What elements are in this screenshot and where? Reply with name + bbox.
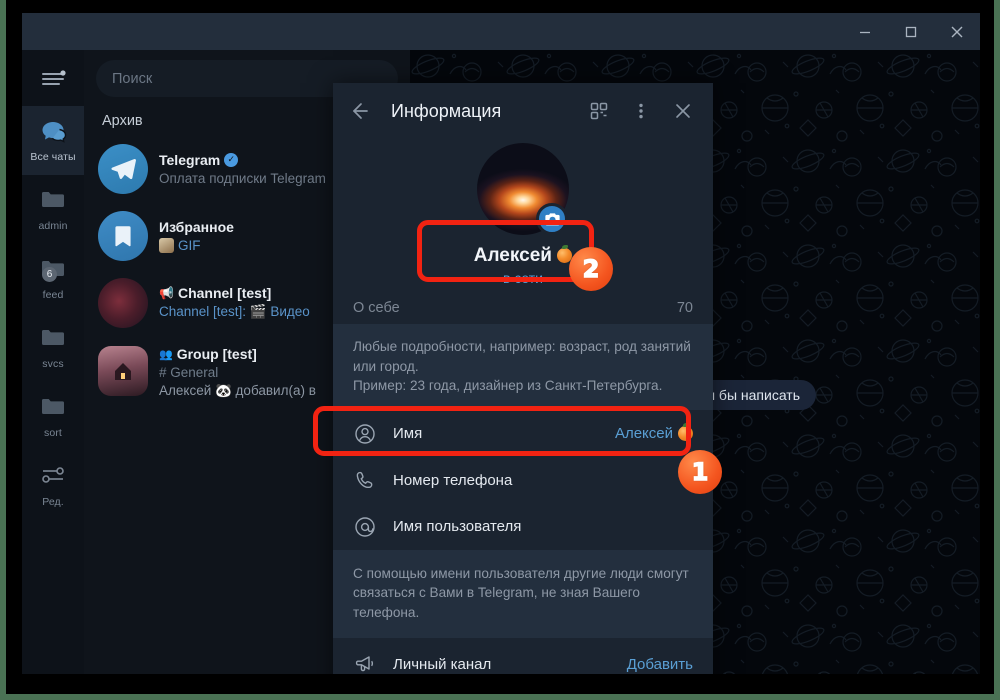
folder-icon [38, 326, 68, 354]
chat-name-text: Channel [test] [177, 285, 272, 301]
person-circle-icon [353, 422, 377, 446]
window-controls [842, 13, 980, 50]
verified-badge-icon: ✓ [224, 152, 239, 167]
name-field-row[interactable]: Имя Алексей [333, 410, 713, 458]
profile-status: в сети [503, 270, 543, 286]
dialog-header: Информация [333, 83, 713, 139]
dialog-title: Информация [391, 100, 502, 121]
group-people-icon: 👥 [159, 348, 173, 361]
sidebar-item-sort[interactable]: sort [22, 382, 84, 451]
tangerine-emoji [678, 423, 693, 441]
sidebar-item-label: sort [44, 426, 62, 439]
phone-icon [353, 469, 377, 493]
folder-rail: Все чаты admin 6 feed svcs sort Ред. [22, 50, 84, 674]
search-placeholder: Поиск [112, 70, 153, 87]
chat-name-text: Telegram [159, 151, 221, 168]
sidebar-item-admin[interactable]: admin [22, 175, 84, 244]
name-field-value: Алексей [614, 423, 693, 442]
telegram-plane-avatar [98, 143, 148, 194]
dog-thumbnail-icon [159, 237, 174, 253]
personal-channel-action[interactable]: Добавить [627, 656, 693, 673]
profile-info-dialog: Информация Алексей в сети О себе 70 Любы… [333, 83, 713, 674]
window-title-bar [22, 13, 980, 50]
at-sign-icon [353, 515, 377, 539]
annotation-badge-2: 2 [569, 247, 613, 291]
name-field-value-text: Алексей [614, 425, 673, 442]
personal-channel-row[interactable]: Личный канал Добавить [333, 638, 713, 674]
photo-avatar-red [98, 277, 148, 328]
chat-name-text: Group [test] [176, 346, 257, 362]
outer-frame: Все чаты admin 6 feed svcs sort Ред. Пои… [0, 0, 1000, 700]
bookmark-avatar [98, 210, 148, 261]
folder-icon [38, 188, 68, 216]
arrow-left-icon[interactable] [343, 95, 375, 127]
about-section-header: О себе 70 [333, 286, 713, 324]
annotation-badge-1: 1 [678, 450, 722, 494]
close-icon[interactable] [667, 95, 699, 127]
unread-badge: 6 [42, 266, 57, 282]
sidebar-item-edit[interactable]: Ред. [22, 451, 84, 520]
chats-bubble-icon [38, 119, 68, 147]
folder-icon [38, 395, 68, 423]
personal-channel-label: Личный канал [393, 655, 492, 673]
maximize-button[interactable] [888, 13, 934, 50]
sidebar-item-all-chats[interactable]: Все чаты [22, 106, 84, 175]
about-char-counter: 70 [676, 300, 693, 316]
profile-avatar-area [333, 143, 713, 237]
profile-name: Алексей [333, 245, 713, 267]
personal-channel-block: Личный канал Добавить [333, 638, 713, 674]
chat-preview-text: GIF [178, 237, 201, 253]
sidebar-item-label: svcs [42, 357, 64, 370]
profile-fields-list: Имя Алексей Номер телефона Имя пользоват… [333, 409, 713, 550]
minimize-button[interactable] [842, 13, 888, 50]
profile-name-text: Алексей [473, 245, 552, 266]
megaphone-icon [353, 652, 377, 674]
phone-field-label: Номер телефона [393, 472, 513, 489]
sidebar-item-label: Все чаты [30, 150, 76, 163]
about-hint-line: или город. [353, 358, 419, 374]
camera-icon[interactable] [536, 203, 568, 235]
sidebar-item-label: Ред. [42, 495, 64, 508]
profile-name-block: Алексей в сети [333, 245, 713, 286]
sidebar-item-label: feed [42, 288, 64, 301]
hamburger-menu-icon[interactable] [22, 50, 84, 106]
name-field-label: Имя [393, 425, 423, 442]
about-hint-line: Любые подробности, например: возраст, ро… [353, 339, 691, 354]
photo-avatar-house [98, 346, 148, 396]
username-field-label: Имя пользователя [393, 518, 522, 535]
megaphone-icon: 📢 [159, 286, 174, 300]
phone-field-row[interactable]: Номер телефона [333, 458, 713, 504]
sliders-edit-icon [38, 464, 68, 492]
about-label: О себе [353, 300, 400, 316]
qr-code-icon[interactable] [583, 95, 615, 127]
username-hint-line: С помощью имени пользователя другие люди… [353, 565, 689, 581]
three-dots-vertical-icon[interactable] [625, 95, 657, 127]
folder-icon: 6 [38, 257, 68, 285]
username-field-row[interactable]: Имя пользователя [333, 504, 713, 550]
telegram-app-window: Все чаты admin 6 feed svcs sort Ред. Пои… [22, 13, 980, 674]
sidebar-item-label: admin [38, 219, 68, 232]
close-button[interactable] [934, 13, 980, 50]
username-hint-line: связаться с Вами в Telegram, не зная Ваш… [353, 585, 640, 620]
sidebar-item-feed[interactable]: 6 feed [22, 244, 84, 313]
about-hint-block: Любые подробности, например: возраст, ро… [333, 324, 713, 410]
sidebar-item-svcs[interactable]: svcs [22, 313, 84, 382]
username-hint-block: С помощью имени пользователя другие люди… [333, 549, 713, 638]
about-hint-line: Пример: 23 года, дизайнер из Санкт-Петер… [353, 378, 663, 393]
